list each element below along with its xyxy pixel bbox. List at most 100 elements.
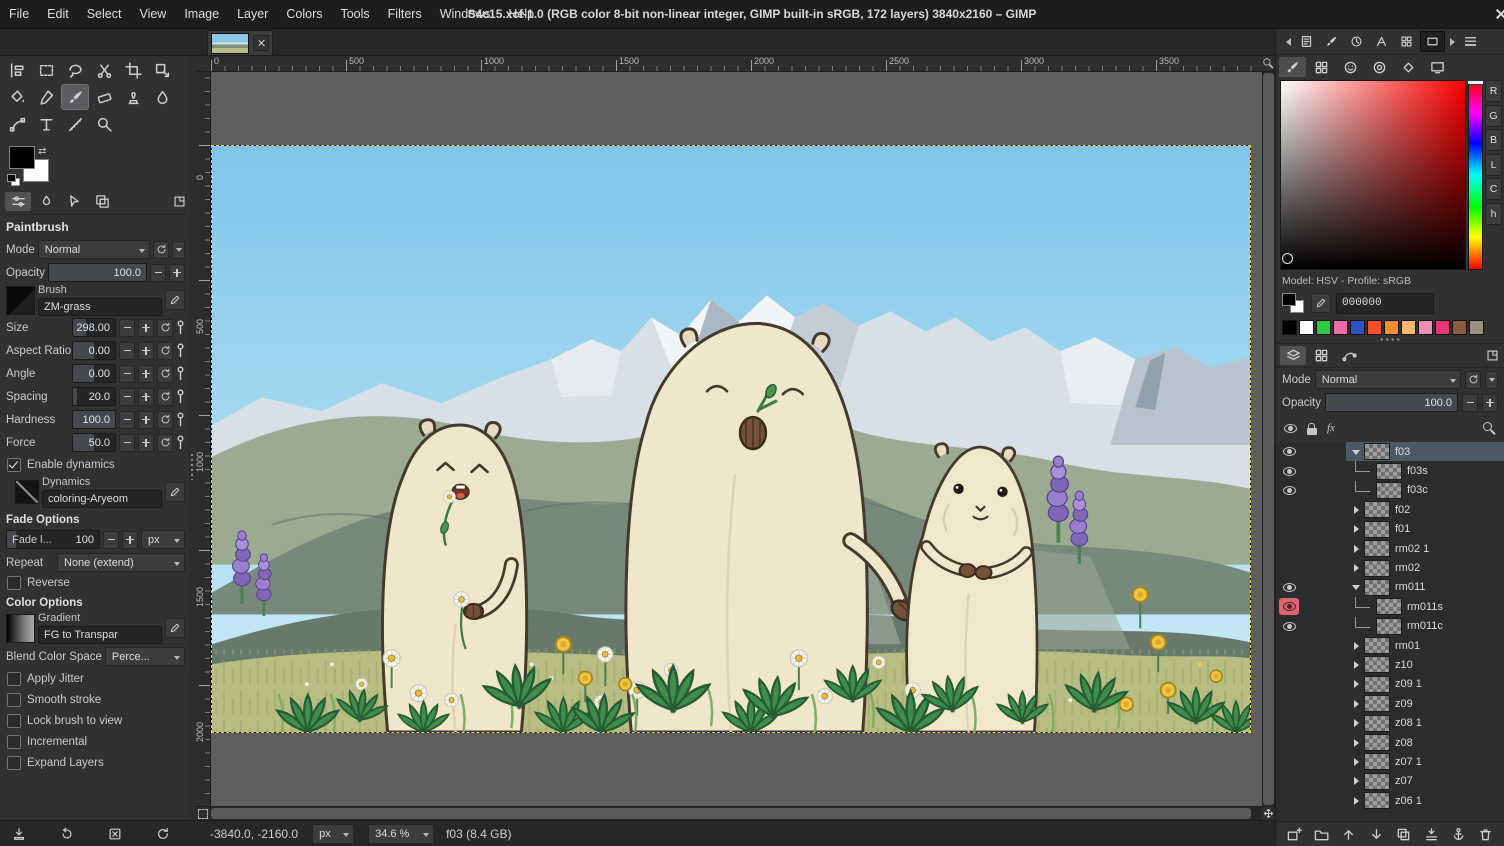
zoom-fit-button[interactable] xyxy=(1261,56,1275,72)
hue-marker[interactable] xyxy=(1467,80,1484,85)
opacity-decrease-button[interactable] xyxy=(150,264,166,282)
angle-stylus-toggle[interactable] xyxy=(176,366,185,381)
layer-thumbnail[interactable] xyxy=(1364,715,1390,732)
foreground-background-colors[interactable]: ⇄ xyxy=(7,146,63,188)
tab-paths[interactable] xyxy=(1336,346,1362,365)
dock-menu-button[interactable] xyxy=(1463,32,1477,51)
layer-name[interactable]: rm011c xyxy=(1407,620,1443,632)
expand-layers-checkbox[interactable] xyxy=(7,756,21,770)
palette-swatch[interactable] xyxy=(1333,320,1348,335)
layer-row[interactable]: rm02 1 xyxy=(1276,539,1504,558)
palette-swatch[interactable] xyxy=(1350,320,1365,335)
layer-row[interactable]: rm011s xyxy=(1276,597,1504,616)
layer-row[interactable]: z06 1 xyxy=(1276,791,1504,810)
angle-reset-button[interactable] xyxy=(157,365,173,383)
duplicate-layer-button[interactable] xyxy=(1393,825,1415,844)
layer-thumbnail[interactable] xyxy=(1364,792,1390,809)
layer-mode-combo[interactable]: Normal xyxy=(1315,370,1461,389)
layer-visibility-toggle[interactable] xyxy=(1279,560,1299,577)
tab-ring[interactable] xyxy=(1366,57,1393,77)
layer-thumbnail[interactable] xyxy=(1364,676,1390,693)
angle-decrease-button[interactable] xyxy=(119,365,135,383)
lock-brush-checkbox[interactable] xyxy=(7,714,21,728)
aspect-increase-button[interactable] xyxy=(138,342,154,360)
aspect-stylus-toggle[interactable] xyxy=(176,343,185,358)
align-tool[interactable] xyxy=(3,57,31,83)
force-reset-button[interactable] xyxy=(157,434,173,452)
ink-tool[interactable] xyxy=(32,84,60,110)
incremental-checkbox[interactable] xyxy=(7,735,21,749)
reverse-checkbox[interactable] xyxy=(7,576,21,590)
expander-icon[interactable] xyxy=(1348,545,1364,553)
dock-tab-history[interactable] xyxy=(1345,32,1368,51)
dynamics-name-field[interactable]: coloring-Aryeom xyxy=(42,490,162,508)
fade-unit-combo[interactable]: px xyxy=(141,530,185,549)
layer-visibility-toggle[interactable] xyxy=(1279,637,1299,654)
size-decrease-button[interactable] xyxy=(119,319,135,337)
hardness-reset-button[interactable] xyxy=(157,411,173,429)
menu-tools[interactable]: Tools xyxy=(331,1,378,28)
layer-visibility-toggle[interactable] xyxy=(1279,598,1299,615)
mode-reset-button[interactable] xyxy=(153,241,169,259)
layer-thumbnail[interactable] xyxy=(1364,637,1390,654)
saturation-value-square[interactable] xyxy=(1280,80,1466,270)
layer-visibility-toggle[interactable] xyxy=(1279,773,1299,790)
brush-name-field[interactable]: ZM-grass xyxy=(38,298,162,316)
delete-tool-options-button[interactable] xyxy=(104,824,126,844)
horizontal-ruler[interactable]: 0 500 1000 1500 2000 2500 3000 3500 xyxy=(211,56,1261,72)
canvas-image[interactable] xyxy=(211,145,1251,733)
layer-name[interactable]: z08 xyxy=(1395,737,1413,749)
layer-visibility-toggle[interactable] xyxy=(1279,579,1299,596)
bucket-fill-tool[interactable] xyxy=(3,84,31,110)
fg-bg-mini-swatch[interactable] xyxy=(1282,293,1306,313)
tab-pointer[interactable] xyxy=(61,192,87,211)
canvas-viewport[interactable] xyxy=(211,72,1262,806)
layer-row[interactable]: f02 xyxy=(1276,500,1504,519)
layer-row[interactable]: f03c xyxy=(1276,481,1504,500)
color-marker[interactable] xyxy=(1282,253,1293,264)
layer-visibility-toggle[interactable] xyxy=(1279,753,1299,770)
layer-name[interactable]: z07 1 xyxy=(1395,756,1422,768)
layer-visibility-toggle[interactable] xyxy=(1279,676,1299,693)
layer-name[interactable]: f03 xyxy=(1395,446,1410,458)
default-colors-icon[interactable] xyxy=(7,174,20,186)
layer-thumbnail[interactable] xyxy=(1376,618,1402,635)
mode-combo[interactable]: Normal xyxy=(38,240,150,259)
layer-row[interactable]: z08 xyxy=(1276,733,1504,752)
expander-icon[interactable] xyxy=(1348,445,1364,459)
spacing-stylus-toggle[interactable] xyxy=(176,389,185,404)
dock-tab-document[interactable] xyxy=(1295,32,1318,51)
palette-swatch[interactable] xyxy=(1469,320,1484,335)
horizontal-scrollbar[interactable] xyxy=(210,806,1262,820)
layer-visibility-toggle[interactable] xyxy=(1279,443,1299,460)
layer-name[interactable]: z09 xyxy=(1395,698,1413,710)
channel-r-button[interactable]: R xyxy=(1485,80,1502,102)
layer-row[interactable]: f01 xyxy=(1276,520,1504,539)
layer-thumbnail[interactable] xyxy=(1364,753,1390,770)
expander-icon[interactable] xyxy=(1348,797,1364,805)
visibility-filter-icon[interactable] xyxy=(1284,424,1297,433)
merge-down-button[interactable] xyxy=(1420,825,1442,844)
layer-thumbnail[interactable] xyxy=(1376,598,1402,615)
vertical-ruler[interactable]: 0 500 1000 1500 2000 xyxy=(195,72,211,806)
color-options-header[interactable]: Color Options xyxy=(3,592,189,611)
tab-pattern[interactable] xyxy=(1395,57,1422,77)
fade-decrease-button[interactable] xyxy=(103,531,119,549)
layer-thumbnail[interactable] xyxy=(1364,695,1390,712)
expander-icon[interactable] xyxy=(1348,661,1364,669)
layer-name[interactable]: rm01 xyxy=(1395,640,1420,652)
anchor-button[interactable] xyxy=(1448,825,1470,844)
expander-icon[interactable] xyxy=(1348,580,1364,594)
mode-menu-button[interactable] xyxy=(172,241,185,259)
palette-drag-handle[interactable] xyxy=(1379,337,1401,342)
menu-file[interactable]: File xyxy=(0,1,38,28)
channel-g-button[interactable]: G xyxy=(1485,105,1502,127)
apply-jitter-checkbox[interactable] xyxy=(7,672,21,686)
layer-thumbnail[interactable] xyxy=(1364,773,1390,790)
spacing-slider[interactable]: 20.0 xyxy=(72,387,116,406)
dock-tab-brushes[interactable] xyxy=(1320,32,1343,51)
spacing-decrease-button[interactable] xyxy=(119,388,135,406)
paintbrush-tool[interactable] xyxy=(61,84,89,110)
palette-swatch[interactable] xyxy=(1384,320,1399,335)
layer-name[interactable]: rm02 1 xyxy=(1395,543,1429,555)
